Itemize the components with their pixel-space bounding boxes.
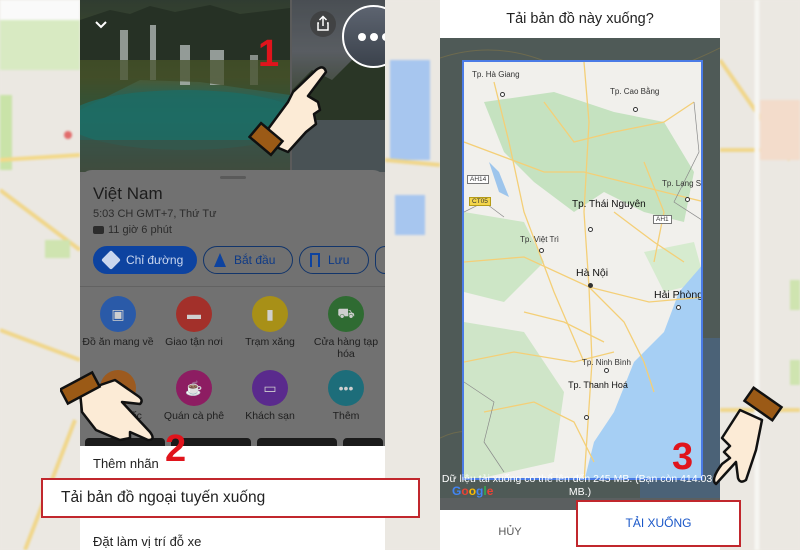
car-icon xyxy=(93,226,104,234)
google-logo: Google xyxy=(452,484,494,498)
cancel-button[interactable]: HỦY xyxy=(440,510,580,550)
map-label-hai-phong: Hải Phòng xyxy=(654,289,703,301)
map-label-ha-noi: Hà Nội xyxy=(576,267,609,279)
menu-item-download-offline-map[interactable]: Tải bản đồ ngoại tuyến xuống xyxy=(41,478,420,518)
share-button[interactable] xyxy=(310,11,336,37)
category-grocery[interactable]: ⛟ Cửa hàng tạp hóa xyxy=(308,296,384,362)
share-icon xyxy=(317,15,329,31)
highway-badge-ah14: AH14 xyxy=(467,175,490,184)
pointing-hand-icon xyxy=(248,66,328,157)
download-area-frame[interactable]: Tp. Hà Giang Tp. Cao Bằng Tp. Lạng Sơn A… xyxy=(462,60,703,480)
directions-icon xyxy=(101,250,121,270)
left-phone-screen: Việt Nam 5:03 CH GMT+7, Thứ Tư 11 giờ 6 … xyxy=(80,0,385,550)
highway-badge-ah1: AH1 xyxy=(653,215,672,224)
shopping-cart-icon: ⛟ xyxy=(328,296,364,332)
more-horizontal-icon xyxy=(357,32,366,41)
map-label-thanh-hoa: Tp. Thanh Hoá xyxy=(568,380,628,390)
category-coffee[interactable]: ☕ Quán cà phê xyxy=(156,370,232,436)
chevron-down-icon[interactable] xyxy=(94,18,108,32)
download-button[interactable]: TẢI XUỐNG xyxy=(576,500,741,547)
map-label-viet-tri: Tp. Việt Trì xyxy=(520,235,559,244)
thumbnail[interactable] xyxy=(343,438,383,446)
drive-time: 11 giờ 6 phút xyxy=(93,224,172,236)
menu-item-set-parking[interactable]: Đặt làm vị trí đỗ xe xyxy=(93,534,201,549)
divider xyxy=(80,286,385,287)
delivery-truck-icon: ▬ xyxy=(176,296,212,332)
directions-button[interactable]: Chỉ đường xyxy=(93,246,197,274)
category-gas-station[interactable]: ▮ Trạm xăng xyxy=(232,296,308,362)
step-number-3: 3 xyxy=(672,436,694,478)
save-button[interactable]: Lưu xyxy=(299,246,369,274)
sheet-grabber[interactable] xyxy=(220,176,246,179)
map-label-ha-giang: Tp. Hà Giang xyxy=(472,70,520,79)
takeout-icon: ▣ xyxy=(100,296,136,332)
category-more[interactable]: ••• Thêm xyxy=(308,370,384,436)
map-label-ninh-binh: Tp. Ninh Bình xyxy=(582,358,631,367)
thumbnail[interactable] xyxy=(257,438,337,446)
place-title: Việt Nam xyxy=(93,184,163,203)
bookmark-icon xyxy=(310,253,320,267)
map-label-cao-bang: Tp. Cao Bằng xyxy=(610,87,660,96)
pointing-hand-icon xyxy=(60,370,154,442)
more-actions-button[interactable] xyxy=(375,246,385,274)
hotel-icon: ▭ xyxy=(252,370,288,406)
pointing-hand-icon xyxy=(712,385,784,486)
place-local-time: 5:03 CH GMT+7, Thứ Tư xyxy=(93,208,217,220)
category-delivery[interactable]: ▬ Giao tận nơi xyxy=(156,296,232,362)
coffee-icon: ☕ xyxy=(176,370,212,406)
start-button[interactable]: Bắt đầu xyxy=(203,246,293,274)
highway-badge-ct05: CT05 xyxy=(469,197,491,206)
map-label-lang-son: Tp. Lạng Sơn xyxy=(662,179,702,188)
category-hotel[interactable]: ▭ Khách sạn xyxy=(232,370,308,436)
drive-time-value: 11 giờ 6 phút xyxy=(108,224,172,236)
menu-item-add-label[interactable]: Thêm nhãn xyxy=(93,456,159,471)
gas-station-icon: ▮ xyxy=(252,296,288,332)
step-number-2: 2 xyxy=(165,428,187,470)
navigation-icon xyxy=(214,253,226,267)
place-actions: Chỉ đường Bắt đầu Lưu xyxy=(93,246,385,274)
place-photo-header xyxy=(80,0,385,172)
dialog-title: Tải bản đồ này xuống? xyxy=(440,0,720,38)
category-takeout[interactable]: ▣ Đồ ăn mang về xyxy=(80,296,156,362)
more-icon: ••• xyxy=(328,370,364,406)
map-label-thai-nguyen: Tp. Thái Nguyên xyxy=(572,199,646,210)
